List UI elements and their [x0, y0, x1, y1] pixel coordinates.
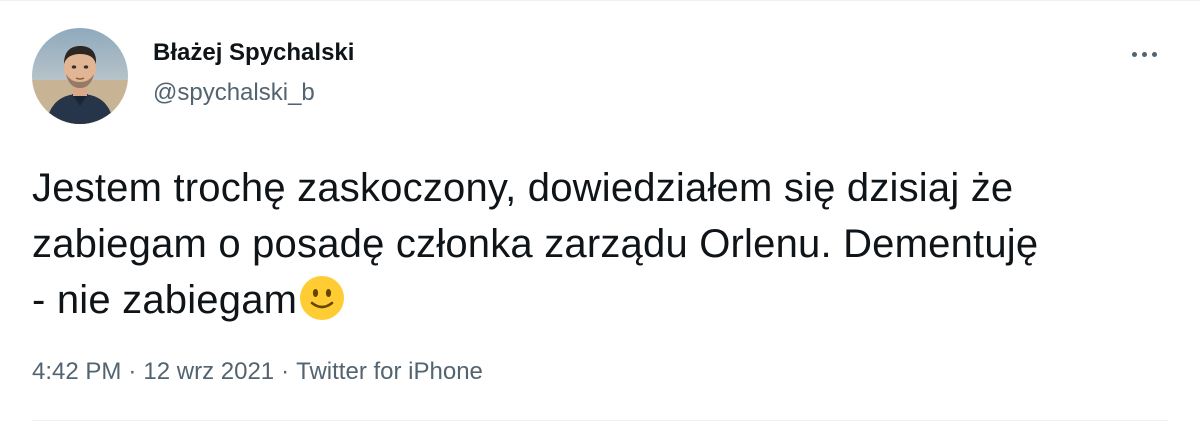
tweet-text-line: Jestem trochę zaskoczony, dowiedziałem s…	[32, 166, 1014, 210]
slightly-smiling-face-icon	[298, 274, 346, 337]
tweet-source-link[interactable]: Twitter for iPhone	[296, 358, 483, 385]
author-block: Błażej Spychalski @spychalski_b	[153, 38, 354, 108]
tweet-meta: 4:42 PM · 12 wrz 2021 · Twitter for iPhone	[32, 356, 483, 388]
more-horizontal-icon-dot	[1141, 51, 1147, 57]
more-horizontal-icon-dot	[1151, 51, 1157, 57]
author-handle[interactable]: @spychalski_b	[153, 78, 354, 108]
tweet-date-link[interactable]: 12 wrz 2021	[143, 358, 274, 385]
tweet-text-line-last: - nie zabiegam	[32, 272, 1172, 337]
tweet-text-line: zabiegam o posadę członka zarządu Orlenu…	[32, 222, 1039, 266]
more-horizontal-icon	[1131, 51, 1137, 57]
tweet-text-line: - nie zabiegam	[32, 278, 298, 322]
meta-separator: ·	[128, 358, 137, 385]
tweet-text: Jestem trochę zaskoczony, dowiedziałem s…	[32, 160, 1172, 337]
more-options-button[interactable]	[1120, 36, 1168, 72]
author-display-name[interactable]: Błażej Spychalski	[153, 38, 354, 68]
profile-photo-icon	[32, 28, 128, 124]
avatar[interactable]	[32, 28, 128, 124]
meta-separator: ·	[281, 358, 290, 385]
bottom-divider	[32, 420, 1168, 421]
top-divider	[0, 0, 1200, 1]
tweet-time-link[interactable]: 4:42 PM	[32, 358, 121, 385]
tweet-card: Błażej Spychalski @spychalski_b Jestem t…	[0, 0, 1200, 426]
